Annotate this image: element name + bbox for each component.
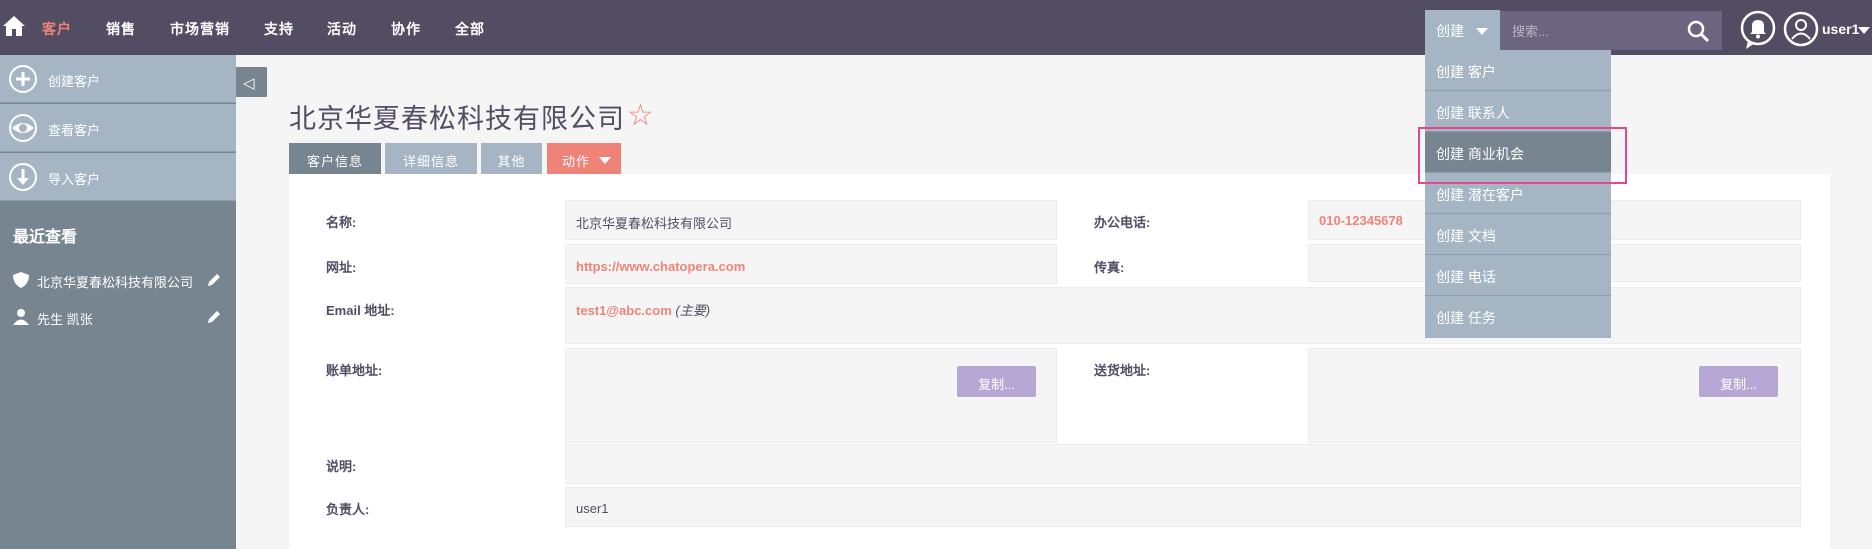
assigned-user-field[interactable]: user1 bbox=[565, 487, 1801, 527]
recent-item-label[interactable]: 北京华夏春松科技有限公司 bbox=[37, 272, 193, 291]
menu-item-create-task[interactable]: 创建 任务 bbox=[1425, 296, 1611, 337]
website-link[interactable]: https://www.chatopera.com bbox=[576, 259, 745, 274]
shield-icon bbox=[13, 272, 29, 288]
notification-bell-icon[interactable] bbox=[1740, 10, 1776, 50]
nav-item-marketing[interactable]: 市场营销 bbox=[170, 19, 230, 39]
top-navigation-bar: 客户 销售 市场营销 支持 活动 协作 全部 创建 user1 bbox=[0, 0, 1872, 55]
search-input[interactable] bbox=[1512, 21, 1672, 41]
recent-item-account[interactable]: 北京华夏春松科技有限公司 bbox=[12, 269, 222, 291]
menu-item-create-account[interactable]: 创建 客户 bbox=[1425, 50, 1611, 91]
menu-item-create-document[interactable]: 创建 文档 bbox=[1425, 214, 1611, 255]
favorite-star-icon[interactable]: ☆ bbox=[627, 98, 654, 133]
description-label: 说明: bbox=[326, 459, 357, 474]
search-icon[interactable] bbox=[1686, 19, 1710, 43]
page-title: 北京华夏春松科技有限公司 bbox=[289, 104, 625, 134]
actions-label: 动作 bbox=[562, 154, 591, 169]
chevron-down-icon bbox=[1476, 28, 1488, 35]
triangle-left-icon: ◁ bbox=[243, 75, 255, 92]
sidebar-action-view-accounts[interactable]: 查看客户 bbox=[0, 104, 236, 152]
chevron-down-icon[interactable] bbox=[1858, 27, 1870, 34]
sidebar-action-create-account[interactable]: 创建客户 bbox=[0, 55, 236, 103]
pencil-icon[interactable] bbox=[206, 272, 222, 288]
create-button[interactable]: 创建 bbox=[1425, 10, 1500, 50]
name-field[interactable]: 北京华夏春松科技有限公司 bbox=[565, 200, 1057, 240]
nav-item-collaboration[interactable]: 协作 bbox=[391, 19, 421, 39]
email-field[interactable]: test1@abc.com (主要) bbox=[565, 287, 1801, 344]
recent-item-label[interactable]: 先生 凯张 bbox=[37, 309, 93, 328]
create-dropdown-menu: 创建 客户 创建 联系人 创建 商业机会 创建 潜在客户 创建 文档 创建 电话… bbox=[1425, 50, 1611, 338]
recently-viewed-title: 最近查看 bbox=[13, 229, 78, 246]
user-menu-name[interactable]: user1 bbox=[1822, 21, 1859, 37]
plus-circle-icon bbox=[9, 65, 37, 93]
search-box bbox=[1500, 11, 1722, 50]
home-icon[interactable] bbox=[2, 14, 26, 38]
tab-account-info[interactable]: 客户信息 bbox=[289, 143, 381, 174]
tab-other[interactable]: 其他 bbox=[481, 143, 542, 174]
description-field[interactable] bbox=[565, 444, 1801, 484]
nav-item-activities[interactable]: 活动 bbox=[327, 19, 357, 39]
shipping-address-field[interactable]: 复制... bbox=[1308, 348, 1801, 443]
sidebar-action-label: 查看客户 bbox=[48, 123, 101, 138]
nav-item-all[interactable]: 全部 bbox=[455, 19, 485, 39]
email-link[interactable]: test1@abc.com bbox=[576, 303, 672, 318]
shipping-address-label: 送货地址: bbox=[1094, 363, 1151, 378]
person-icon bbox=[13, 309, 29, 325]
highlight-annotation-box bbox=[1418, 127, 1627, 184]
name-label: 名称: bbox=[326, 215, 357, 230]
eye-icon bbox=[9, 114, 37, 142]
assigned-user-label: 负责人: bbox=[326, 502, 370, 517]
website-field[interactable]: https://www.chatopera.com bbox=[565, 244, 1057, 284]
pencil-icon[interactable] bbox=[206, 309, 222, 325]
fax-label: 传真: bbox=[1094, 260, 1125, 275]
website-label: 网址: bbox=[326, 260, 357, 275]
nav-item-accounts[interactable]: 客户 bbox=[42, 19, 72, 39]
sidebar-action-import-accounts[interactable]: 导入客户 bbox=[0, 153, 236, 201]
office-phone-link[interactable]: 010-12345678 bbox=[1319, 213, 1403, 228]
tab-details[interactable]: 详细信息 bbox=[385, 143, 477, 174]
billing-address-field[interactable]: 复制... bbox=[565, 348, 1057, 443]
copy-billing-address-button[interactable]: 复制... bbox=[957, 366, 1036, 397]
nav-item-support[interactable]: 支持 bbox=[264, 19, 294, 39]
office-phone-label: 办公电话: bbox=[1094, 215, 1151, 230]
actions-dropdown-button[interactable]: 动作 bbox=[547, 143, 621, 174]
download-circle-icon bbox=[9, 163, 37, 191]
sidebar: 创建客户 查看客户 导入客户 最近查看 北京华夏春松科技有限公司 先生 凯张 bbox=[0, 55, 236, 549]
primary-email-note: (主要) bbox=[675, 303, 711, 318]
menu-item-create-contact[interactable]: 创建 联系人 bbox=[1425, 91, 1611, 132]
copy-shipping-address-button[interactable]: 复制... bbox=[1699, 366, 1778, 397]
name-value: 北京华夏春松科技有限公司 bbox=[576, 216, 733, 231]
menu-item-create-call[interactable]: 创建 电话 bbox=[1425, 255, 1611, 296]
billing-address-label: 账单地址: bbox=[326, 363, 383, 378]
sidebar-action-label: 创建客户 bbox=[48, 74, 101, 89]
create-button-label: 创建 bbox=[1436, 23, 1464, 39]
recent-item-contact[interactable]: 先生 凯张 bbox=[12, 306, 222, 328]
assigned-user-value: user1 bbox=[576, 501, 609, 516]
chevron-down-icon bbox=[599, 157, 611, 164]
email-value-wrapper: test1@abc.com (主要) bbox=[576, 300, 710, 319]
sidebar-action-label: 导入客户 bbox=[48, 172, 101, 187]
nav-item-sales[interactable]: 销售 bbox=[106, 19, 136, 39]
sidebar-collapse-button[interactable]: ◁ bbox=[236, 67, 267, 97]
user-avatar-icon[interactable] bbox=[1783, 11, 1819, 47]
email-label: Email 地址: bbox=[326, 303, 395, 318]
